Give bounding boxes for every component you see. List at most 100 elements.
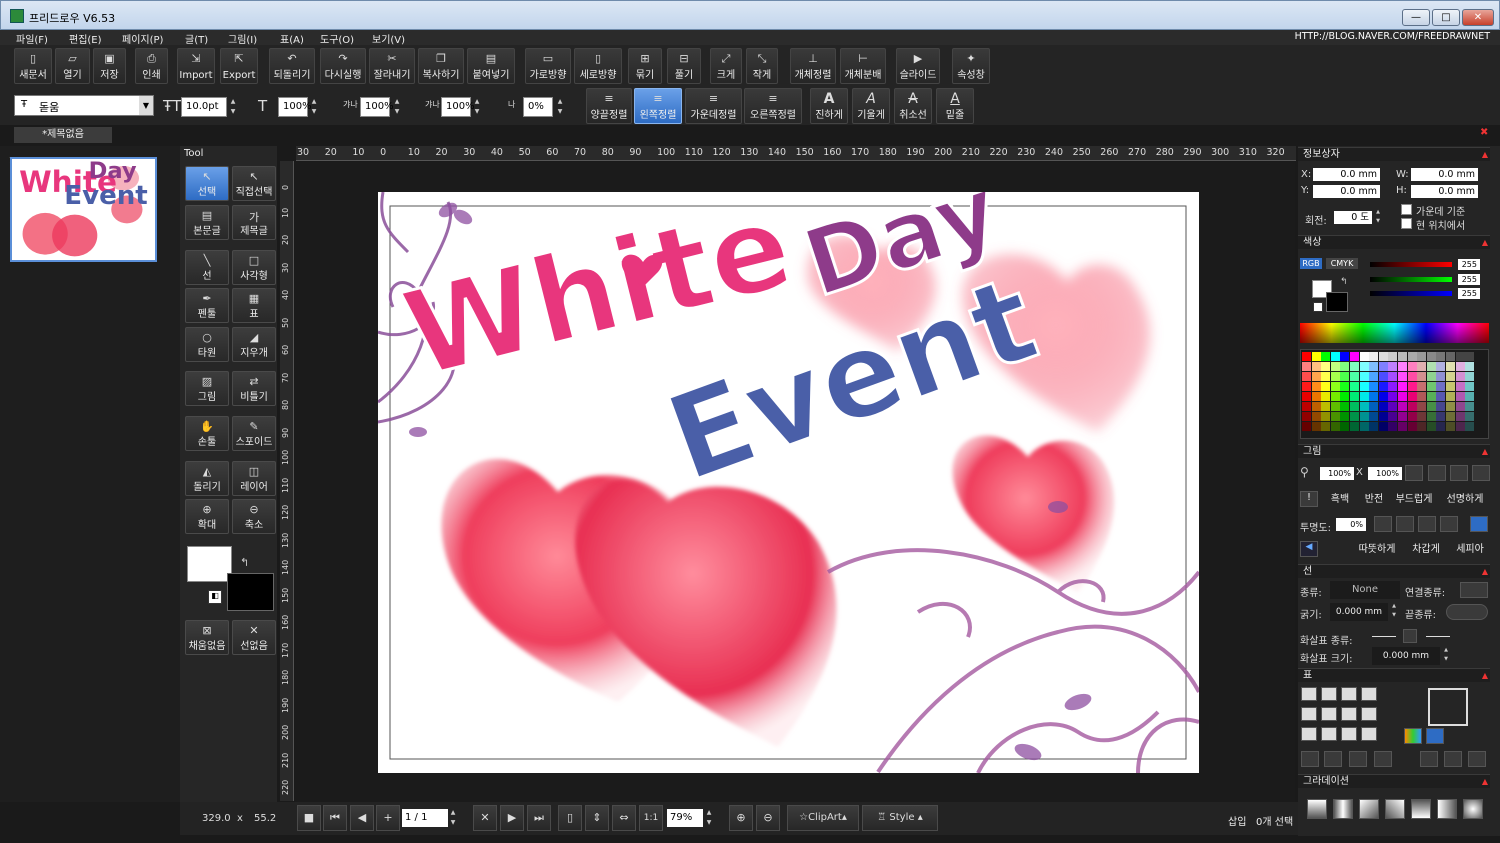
palette-swatch[interactable] — [1465, 402, 1475, 411]
toolbar-button-10[interactable]: ▤ 붙여넣기 — [467, 48, 515, 84]
scale-x-input[interactable]: 100% — [1320, 467, 1354, 480]
style-button-1[interactable]: A 기울게 — [852, 88, 890, 124]
palette-swatch[interactable] — [1378, 372, 1388, 381]
palette-swatch[interactable] — [1378, 422, 1388, 431]
palette-swatch[interactable] — [1436, 362, 1446, 371]
palette-swatch[interactable] — [1311, 392, 1321, 401]
palette-swatch[interactable] — [1455, 382, 1465, 391]
tool-rotate-tool[interactable]: ◭ 돌리기 — [185, 461, 229, 496]
green-slider[interactable] — [1370, 277, 1452, 282]
palette-swatch[interactable] — [1426, 382, 1436, 391]
palette-swatch[interactable] — [1436, 422, 1446, 431]
palette-swatch[interactable] — [1302, 382, 1311, 391]
default-colors-icon[interactable] — [1313, 302, 1323, 312]
page-thumbnail[interactable]: White Day Event — [10, 157, 157, 262]
center-basis-checkbox[interactable] — [1401, 204, 1412, 215]
tool-image-tool[interactable]: ▨ 그림 — [185, 371, 229, 406]
prev-page-icon[interactable]: ◀ — [350, 805, 374, 831]
arrow-end-icon[interactable] — [1426, 636, 1450, 637]
menu-file[interactable]: 파일(F) — [16, 31, 48, 46]
palette-swatch[interactable] — [1446, 402, 1455, 411]
palette-swatch[interactable] — [1417, 402, 1427, 411]
palette-swatch[interactable] — [1426, 352, 1436, 361]
menu-edit[interactable]: 편집(E) — [69, 31, 102, 46]
toolbar-button-15[interactable]: ⤢ 크게 — [710, 48, 742, 84]
palette-swatch[interactable] — [1407, 392, 1417, 401]
fit-height-icon[interactable]: ⇕ — [585, 805, 609, 831]
palette-swatch[interactable] — [1426, 372, 1436, 381]
tool-title-text[interactable]: 가 제목글 — [232, 205, 276, 240]
palette-swatch[interactable] — [1446, 352, 1455, 361]
grayscale-button[interactable]: 흑백 — [1324, 491, 1356, 509]
toolbar-button-17[interactable]: ⊥ 개체정렬 — [790, 48, 836, 84]
invert-button[interactable]: 반전 — [1358, 491, 1390, 509]
menu-table[interactable]: 표(A) — [280, 31, 304, 46]
palette-swatch[interactable] — [1455, 362, 1465, 371]
first-page-icon[interactable]: ⏮ — [323, 805, 347, 831]
palette-swatch[interactable] — [1426, 402, 1436, 411]
table-border-icon[interactable] — [1301, 687, 1317, 701]
close-button[interactable]: ✕ — [1462, 9, 1494, 26]
soften-button[interactable]: 부드럽게 — [1392, 491, 1436, 509]
flip-icon[interactable] — [1374, 516, 1392, 532]
gradient-swatch[interactable] — [1463, 799, 1483, 819]
current-position-checkbox[interactable] — [1401, 218, 1412, 229]
palette-swatch[interactable] — [1340, 402, 1350, 411]
palette-swatch[interactable] — [1407, 402, 1417, 411]
rgb-tab[interactable]: RGB — [1300, 258, 1322, 269]
palette-swatch[interactable] — [1340, 392, 1350, 401]
palette-swatch[interactable] — [1350, 352, 1359, 361]
palette-swatch[interactable] — [1350, 402, 1359, 411]
palette-swatch[interactable] — [1436, 382, 1446, 391]
palette-swatch[interactable] — [1369, 382, 1379, 391]
scale-y-input[interactable]: 100% — [1368, 467, 1402, 480]
palette-swatch[interactable] — [1350, 362, 1359, 371]
gradient-swatch[interactable] — [1385, 799, 1405, 819]
palette-swatch[interactable] — [1359, 412, 1369, 421]
palette-swatch[interactable] — [1465, 422, 1475, 431]
palette-swatch[interactable] — [1446, 382, 1455, 391]
table-border-icon[interactable] — [1341, 707, 1357, 721]
palette-swatch[interactable] — [1417, 372, 1427, 381]
toolbar-button-2[interactable]: ▣ 저장 — [93, 48, 126, 84]
palette-swatch[interactable] — [1340, 372, 1350, 381]
style-button-2[interactable]: A 취소선 — [894, 88, 932, 124]
palette-swatch[interactable] — [1388, 362, 1398, 371]
palette-swatch[interactable] — [1330, 392, 1340, 401]
tool-table-tool[interactable]: ▦ 표 — [232, 288, 276, 323]
line-width-input[interactable]: 0.000 mm — [1330, 603, 1388, 621]
palette-swatch[interactable] — [1436, 352, 1446, 361]
palette-swatch[interactable] — [1359, 362, 1369, 371]
table-edit-icon[interactable] — [1301, 751, 1319, 767]
warm-button[interactable]: 따뜻하게 — [1354, 541, 1400, 559]
alert-icon[interactable]: ! — [1300, 491, 1318, 507]
palette-swatch[interactable] — [1426, 412, 1436, 421]
maximize-button[interactable]: □ — [1432, 9, 1460, 26]
y-input[interactable]: 0.0 mm — [1313, 185, 1380, 198]
palette-swatch[interactable] — [1426, 362, 1436, 371]
align-button-2[interactable]: ≡ 가운데정렬 — [685, 88, 742, 124]
palette-swatch[interactable] — [1369, 422, 1379, 431]
menu-page[interactable]: 페이지(P) — [122, 31, 163, 46]
palette-swatch[interactable] — [1417, 412, 1427, 421]
color-line-swatch[interactable] — [1326, 292, 1348, 312]
palette-swatch[interactable] — [1417, 392, 1427, 401]
palette-swatch[interactable] — [1378, 412, 1388, 421]
x-input[interactable]: 0.0 mm — [1313, 168, 1380, 181]
collapse-icon[interactable]: ▲ — [1482, 148, 1488, 162]
swap-colors-icon[interactable]: ↰ — [1340, 277, 1348, 287]
w-input[interactable]: 0.0 mm — [1411, 168, 1478, 181]
table-border-icon[interactable] — [1361, 727, 1377, 741]
palette-swatch[interactable] — [1330, 422, 1340, 431]
palette-swatch[interactable] — [1388, 382, 1398, 391]
palette-swatch[interactable] — [1359, 372, 1369, 381]
close-doc-icon[interactable]: ✖ — [1480, 127, 1488, 138]
palette-swatch[interactable] — [1455, 392, 1465, 401]
gradient-swatch[interactable] — [1359, 799, 1379, 819]
opacity-input[interactable]: 0% — [1336, 518, 1366, 531]
palette-swatch[interactable] — [1359, 392, 1369, 401]
zoom-spinner[interactable]: ▲ ▼ — [705, 808, 713, 828]
toolbar-button-0[interactable]: ▯ 새문서 — [14, 48, 52, 84]
palette-swatch[interactable] — [1455, 412, 1465, 421]
palette-swatch[interactable] — [1350, 392, 1359, 401]
